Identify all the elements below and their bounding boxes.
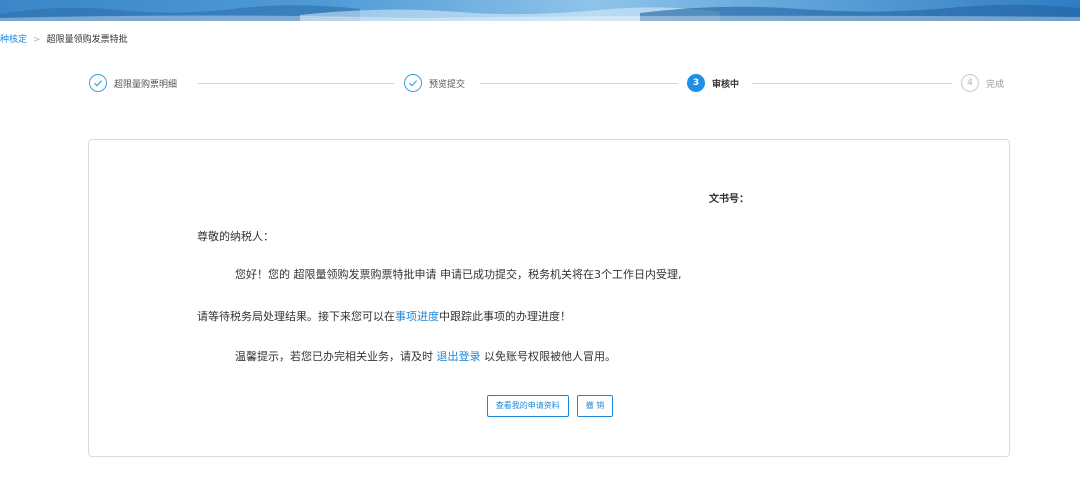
revoke-button[interactable]: 撤 销 (576, 395, 614, 417)
logout-reminder-text: 温馨提示，若您已办完相关业务，请及时 退出登录 以免账号权限被他人冒用。 (235, 349, 616, 365)
progress-text-suffix: 中跟踪此事项的办理进度！ (439, 310, 571, 323)
step-3-label: 审核中 (712, 79, 740, 90)
mountain-landscape-image (0, 4, 1080, 21)
step-connector-1 (198, 83, 394, 84)
step-4-number: 4 (961, 74, 979, 92)
step-4-label: 完成 (986, 79, 1005, 90)
reminder-text-suffix: 以免账号权限被他人冒用。 (480, 350, 616, 363)
check-icon (89, 74, 107, 92)
step-2[interactable]: 预览提交 (404, 72, 465, 94)
step-1-label: 超限量购票明细 (114, 79, 178, 90)
submission-notice-card: 文书号： 尊敬的纳税人： 您好！您的 超限量领购发票购票特批申请 申请已成功提交… (88, 139, 1010, 457)
breadcrumb-separator: > (33, 35, 41, 45)
progress-text-prefix: 请等待税务局处理结果。接下来您可以在 (197, 310, 395, 323)
action-buttons: 查看我的申请资料 撤 销 (89, 395, 1011, 417)
step-3-number: 3 (687, 74, 705, 92)
submission-success-text: 您好！您的 超限量领购发票购票特批申请 申请已成功提交，税务机关将在3个工作日内… (235, 268, 682, 281)
step-1[interactable]: 超限量购票明细 (89, 72, 177, 94)
progress-tracking-text: 请等待税务局处理结果。接下来您可以在事项进度中跟踪此事项的办理进度！ (197, 309, 571, 325)
step-4[interactable]: 4 完成 (961, 72, 1004, 94)
breadcrumb-parent-link[interactable]: 种核定 (0, 35, 27, 45)
step-connector-3 (752, 83, 952, 84)
breadcrumb: 种核定 > 超限量领购发票特批 (0, 33, 128, 47)
doc-number-label: 文书号： (709, 194, 749, 205)
view-application-button[interactable]: 查看我的申请资料 (486, 395, 569, 417)
step-2-label: 预览提交 (429, 79, 466, 90)
logout-link[interactable]: 退出登录 (437, 350, 481, 363)
item-progress-link[interactable]: 事项进度 (395, 310, 439, 323)
reminder-text-prefix: 温馨提示，若您已办完相关业务，请及时 (235, 350, 437, 363)
check-icon (404, 74, 422, 92)
breadcrumb-current: 超限量领购发票特批 (46, 35, 128, 45)
step-progress: 超限量购票明细 预览提交 3 审核中 4 完成 (0, 72, 1080, 94)
step-connector-2 (480, 83, 678, 84)
greeting-text: 尊敬的纳税人： (197, 230, 274, 243)
header-banner (0, 0, 1080, 21)
step-3[interactable]: 3 审核中 (687, 72, 739, 94)
